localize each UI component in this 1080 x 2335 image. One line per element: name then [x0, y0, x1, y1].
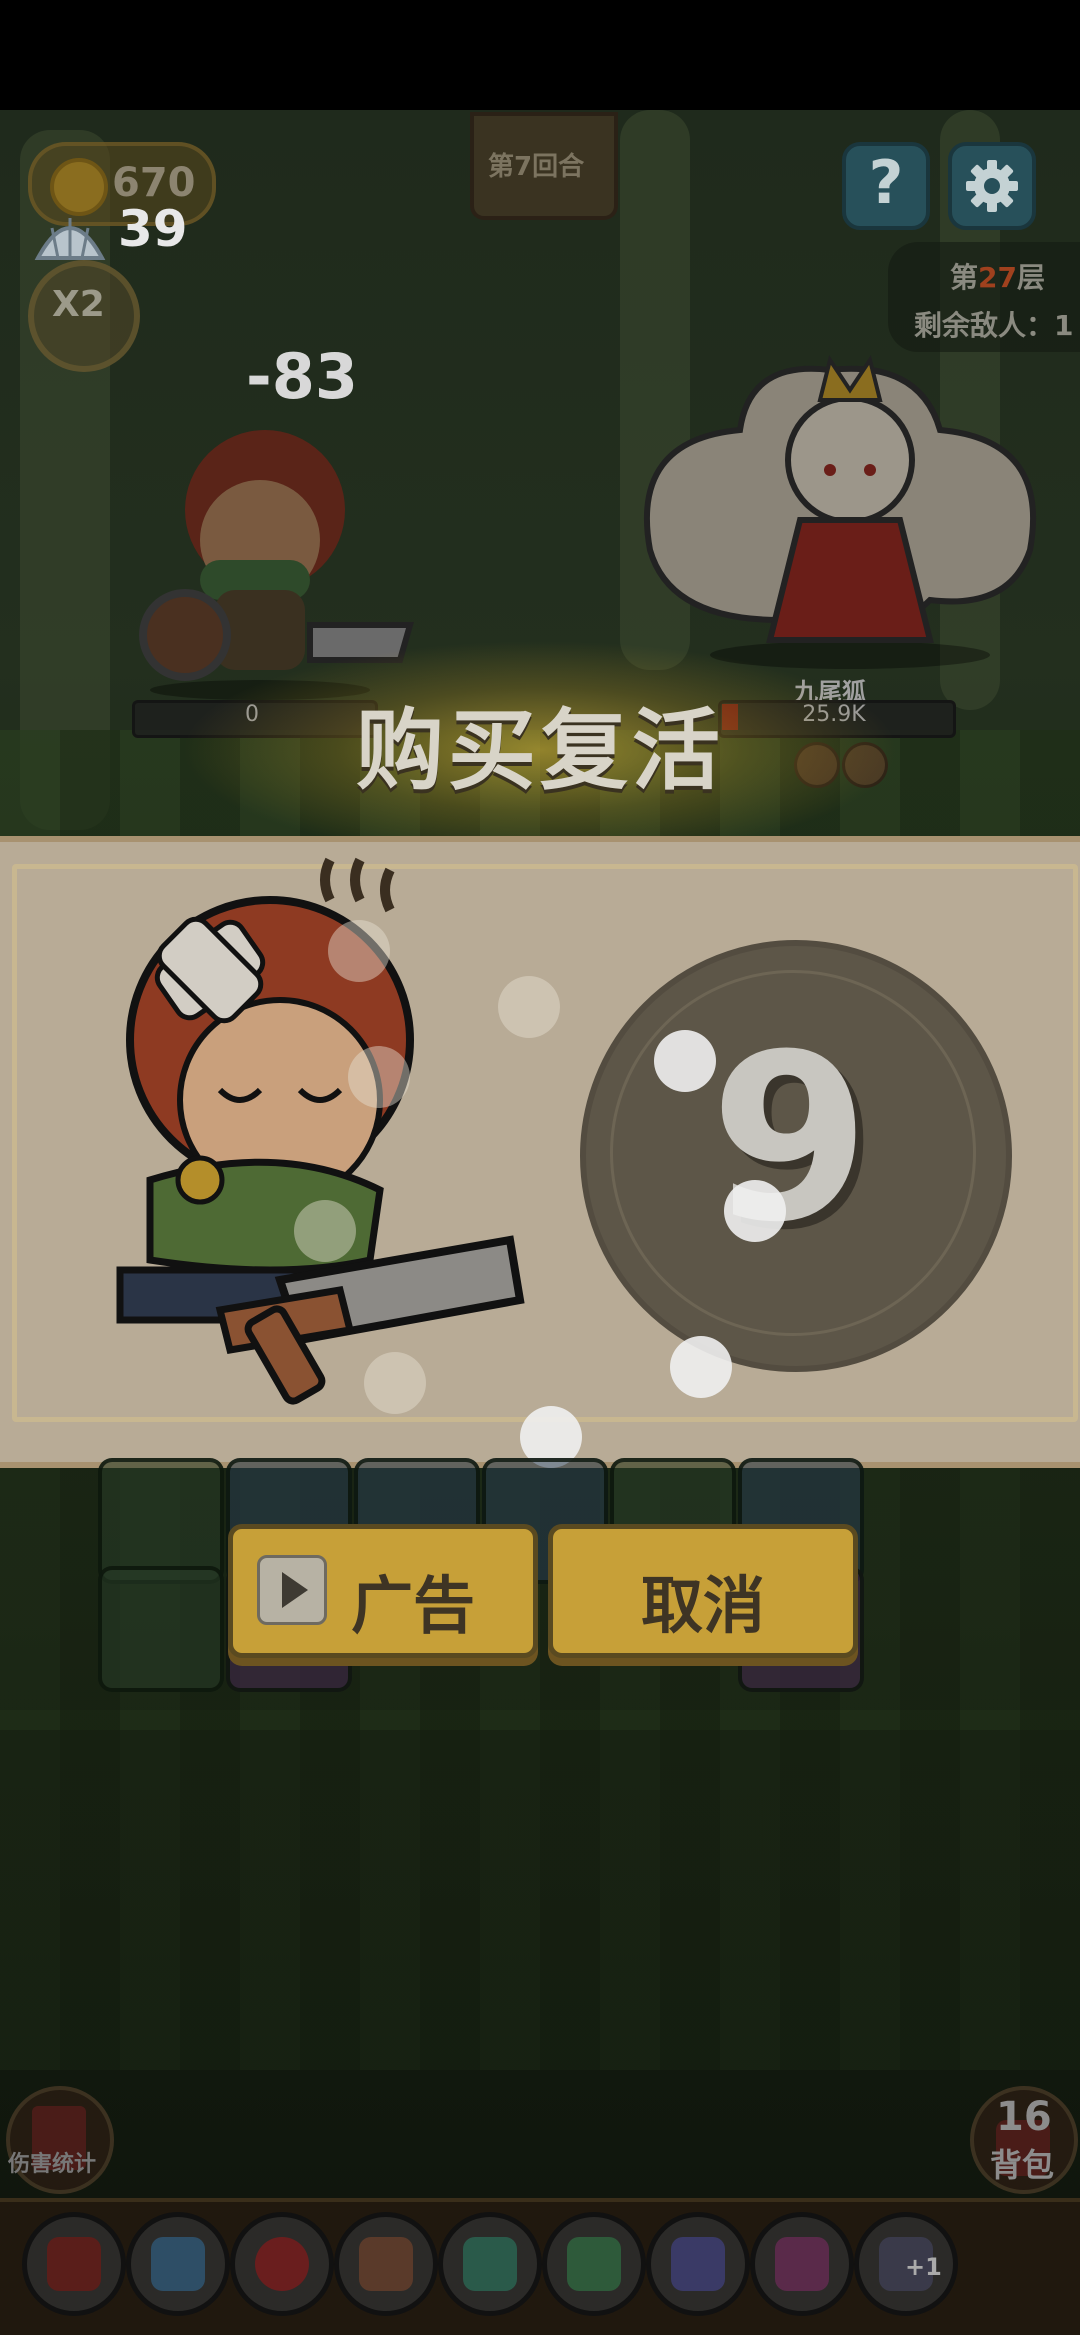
shell-icon — [34, 218, 106, 260]
backpack-label: 背包 — [990, 2146, 1055, 2184]
question-icon: ? — [868, 148, 904, 218]
toolbar-slot-potion[interactable] — [230, 2212, 334, 2316]
countdown-number: 9 — [709, 1006, 871, 1273]
helmet-icon — [47, 2237, 101, 2291]
play-icon — [257, 1555, 327, 1625]
dagger-icon — [671, 2237, 725, 2291]
bubble — [364, 1352, 426, 1414]
bubble — [670, 1336, 732, 1398]
bubble — [724, 1180, 786, 1242]
nine-tailed-fox-sprite — [643, 355, 1037, 669]
bubble — [328, 920, 390, 982]
bubble — [294, 1200, 356, 1262]
potion-icon — [255, 2237, 309, 2291]
ad-button-label: 广告 — [351, 1569, 476, 1642]
toolbar-slot-gem[interactable] — [750, 2212, 854, 2316]
bubble — [498, 976, 560, 1038]
grid-tile — [98, 1566, 224, 1692]
status-bar — [0, 0, 1080, 110]
damage-stats-label: 伤害统计 — [8, 2152, 97, 2177]
sword-icon — [359, 2237, 413, 2291]
injured-hero-illustration — [116, 857, 525, 1405]
toolbar-slot-extra[interactable]: +1 — [854, 2212, 958, 2316]
floor-label: 第27层 — [950, 261, 1045, 294]
gear-icon — [966, 160, 1018, 212]
cancel-button[interactable]: 取消 — [548, 1524, 858, 1658]
toolbar-slot-guard[interactable] — [438, 2212, 542, 2316]
toolbar-slot-sword[interactable] — [334, 2212, 438, 2316]
shield-icon — [151, 2237, 205, 2291]
cancel-button-label: 取消 — [640, 1569, 765, 1642]
toolbar-slot-helmet[interactable] — [22, 2212, 126, 2316]
blocks-icon — [567, 2237, 621, 2291]
settings-button[interactable] — [948, 142, 1036, 230]
revive-title: 购买复活 — [355, 699, 724, 802]
watch-ad-button[interactable]: 广告 — [228, 1524, 538, 1658]
gem-icon — [775, 2237, 829, 2291]
shell-value: 39 — [118, 200, 188, 258]
round-label: 第7回合 — [488, 152, 585, 182]
toolbar-slot-blocks[interactable] — [542, 2212, 646, 2316]
extra-count: +1 — [905, 2253, 942, 2281]
toolbar-slot-shield[interactable] — [126, 2212, 230, 2316]
help-button[interactable]: ? — [842, 142, 930, 230]
leaf-band — [0, 1710, 1080, 2070]
damage-popup: -83 — [246, 340, 359, 413]
speed-label: X2 — [52, 284, 105, 325]
backpack-count: 16 — [996, 2094, 1052, 2140]
bubble — [654, 1030, 716, 1092]
bubble — [348, 1046, 410, 1108]
toolbar-slot-dagger[interactable] — [646, 2212, 750, 2316]
guard-icon — [463, 2237, 517, 2291]
floor-number: 27 — [978, 261, 1017, 294]
